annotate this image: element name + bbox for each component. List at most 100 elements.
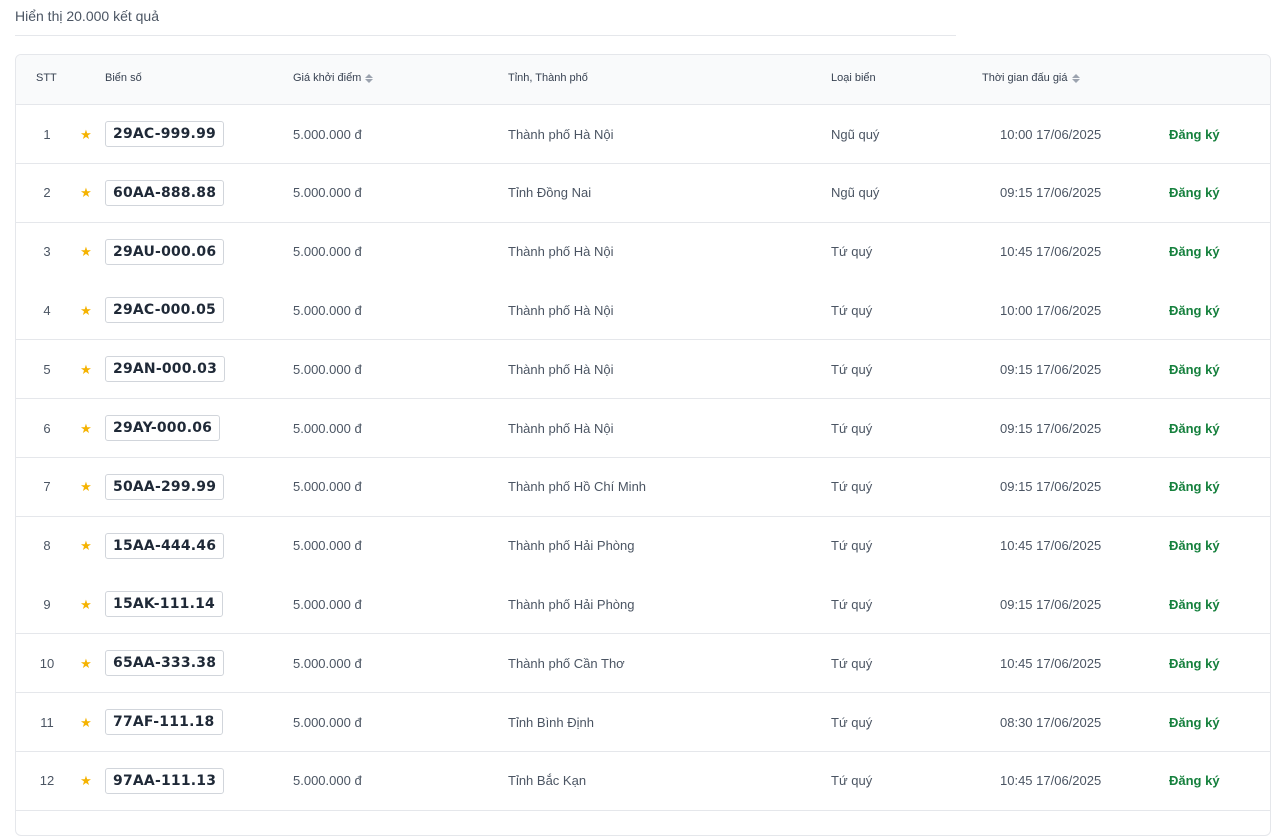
action-cell: Đăng ký — [1169, 105, 1220, 163]
row-stt: 3 — [43, 244, 51, 260]
starting-price: 5.000.000 đ — [293, 655, 362, 671]
province: Tỉnh Đồng Nai — [508, 185, 592, 201]
register-button[interactable]: Đăng ký — [1169, 597, 1220, 612]
table-row[interactable]: 10 ★ 65AA-333.38 5.000.000 đ Thành phố Cần T… — [16, 634, 1270, 694]
auction-time: 10:45 17/06/2025 — [990, 634, 1101, 692]
header-stt: STT — [36, 72, 57, 84]
star-icon: ★ — [80, 596, 92, 612]
favorite-button[interactable]: ★ — [79, 399, 93, 457]
register-button[interactable]: Đăng ký — [1169, 185, 1220, 200]
star-icon: ★ — [80, 420, 92, 436]
register-button[interactable]: Đăng ký — [1169, 773, 1220, 788]
license-plate[interactable]: 97AA-111.13 — [105, 767, 225, 794]
starting-price: 5.000.000 đ — [293, 420, 362, 436]
favorite-button[interactable]: ★ — [79, 693, 93, 751]
plate-cell: 15AK-111.14 — [105, 575, 223, 633]
header-price[interactable]: Giá khởi điểm — [293, 72, 374, 84]
table-row[interactable]: 8 ★ 15AA-444.46 5.000.000 đ Thành phố Hải Ph… — [16, 516, 1270, 576]
result-count: Hiển thị 20.000 kết quả — [15, 8, 159, 24]
favorite-button[interactable]: ★ — [79, 517, 93, 575]
table-row[interactable]: 11 ★ 77AF-111.18 5.000.000 đ Tỉnh Bình Định T… — [16, 693, 1270, 752]
sort-icon[interactable] — [1071, 73, 1080, 83]
license-plate[interactable]: 29AC-000.05 — [105, 297, 224, 324]
license-plate[interactable]: 50AA-299.99 — [105, 473, 225, 500]
plate-cell: 29AN-000.03 — [105, 340, 226, 398]
license-plate[interactable]: 65AA-333.38 — [105, 650, 225, 677]
row-stt: 10 — [39, 655, 55, 671]
favorite-button[interactable]: ★ — [79, 164, 93, 222]
auction-time: 08:30 17/06/2025 — [990, 693, 1101, 751]
table-row[interactable]: 1 ★ 29AC-999.99 5.000.000 đ Thành phố Hà Nội… — [16, 105, 1270, 164]
favorite-button[interactable]: ★ — [79, 340, 93, 398]
plate-cell: 29AU-000.06 — [105, 223, 225, 281]
register-button[interactable]: Đăng ký — [1169, 715, 1220, 730]
starting-price: 5.000.000 đ — [293, 479, 362, 495]
auction-time: 10:00 17/06/2025 — [990, 105, 1101, 163]
register-button[interactable]: Đăng ký — [1169, 479, 1220, 494]
register-button[interactable]: Đăng ký — [1169, 244, 1220, 259]
favorite-button[interactable]: ★ — [79, 634, 93, 692]
license-plate[interactable]: 15AA-444.46 — [105, 532, 225, 559]
register-button[interactable]: Đăng ký — [1169, 303, 1220, 318]
register-button[interactable]: Đăng ký — [1169, 538, 1220, 553]
auction-time: 09:15 17/06/2025 — [990, 340, 1101, 398]
favorite-button[interactable]: ★ — [79, 458, 93, 516]
row-stt: 9 — [43, 596, 51, 612]
favorite-button[interactable]: ★ — [79, 575, 93, 633]
action-cell: Đăng ký — [1169, 223, 1220, 281]
starting-price: 5.000.000 đ — [293, 538, 362, 554]
register-button[interactable]: Đăng ký — [1169, 362, 1220, 377]
license-plate[interactable]: 60AA-888.88 — [105, 179, 225, 206]
auction-time: 10:45 17/06/2025 — [990, 517, 1101, 575]
auction-time: 10:00 17/06/2025 — [990, 281, 1101, 339]
row-stt: 4 — [43, 302, 51, 318]
license-plate[interactable]: 77AF-111.18 — [105, 709, 223, 735]
plate-type: Tứ quý — [831, 714, 873, 730]
table-row[interactable]: 5 ★ 29AN-000.03 5.000.000 đ Thành phố Hà Nội… — [16, 340, 1270, 400]
favorite-button[interactable]: ★ — [79, 105, 93, 163]
favorite-button[interactable]: ★ — [79, 223, 93, 281]
sort-icon[interactable] — [365, 73, 374, 83]
action-cell: Đăng ký — [1169, 517, 1220, 575]
plate-cell: 15AA-444.46 — [105, 517, 225, 575]
favorite-button[interactable]: ★ — [79, 752, 93, 810]
province: Thành phố Hà Nội — [508, 420, 614, 436]
table-row[interactable]: 7 ★ 50AA-299.99 5.000.000 đ Thành phố Hồ Chí… — [16, 457, 1270, 517]
plate-cell: 29AY-000.06 — [105, 399, 221, 457]
province: Tỉnh Bình Định — [508, 714, 594, 730]
starting-price: 5.000.000 đ — [293, 302, 362, 318]
register-button[interactable]: Đăng ký — [1169, 421, 1220, 436]
license-plate[interactable]: 29AY-000.06 — [105, 415, 221, 441]
register-button[interactable]: Đăng ký — [1169, 127, 1220, 142]
table-row[interactable]: 3 ★ 29AU-000.06 5.000.000 đ Thành phố Hà Nội… — [16, 222, 1270, 282]
plate-type: Ngũ quý — [831, 185, 880, 201]
header-time[interactable]: Thời gian đấu giá — [982, 72, 1080, 84]
auction-time: 09:15 17/06/2025 — [990, 399, 1101, 457]
table-row[interactable]: 4 ★ 29AC-000.05 5.000.000 đ Thành phố Hà Nội… — [16, 281, 1270, 341]
license-plate[interactable]: 29AN-000.03 — [105, 356, 226, 383]
star-icon: ★ — [80, 655, 92, 671]
starting-price: 5.000.000 đ — [293, 126, 362, 142]
province: Thành phố Hải Phòng — [508, 596, 635, 612]
star-icon: ★ — [80, 302, 92, 318]
star-icon: ★ — [80, 361, 92, 377]
license-plate[interactable]: 29AC-999.99 — [105, 121, 224, 147]
plate-type: Tứ quý — [831, 773, 873, 789]
table-row[interactable]: 6 ★ 29AY-000.06 5.000.000 đ Thành phố Hà Nội… — [16, 399, 1270, 458]
province: Thành phố Cần Thơ — [508, 655, 625, 671]
table-row[interactable]: 9 ★ 15AK-111.14 5.000.000 đ Thành phố Hải Ph… — [16, 575, 1270, 635]
license-plate[interactable]: 15AK-111.14 — [105, 591, 223, 618]
starting-price: 5.000.000 đ — [293, 185, 362, 201]
plate-type: Tứ quý — [831, 479, 873, 495]
table-row[interactable]: 12 ★ 97AA-111.13 5.000.000 đ Tỉnh Bắc Kạn Tứ … — [16, 751, 1270, 811]
register-button[interactable]: Đăng ký — [1169, 656, 1220, 671]
plate-cell: 29AC-000.05 — [105, 281, 224, 339]
plate-cell: 77AF-111.18 — [105, 693, 223, 751]
auction-time: 09:15 17/06/2025 — [990, 164, 1101, 222]
favorite-button[interactable]: ★ — [79, 281, 93, 339]
table-row[interactable]: 2 ★ 60AA-888.88 5.000.000 đ Tỉnh Đồng Nai Ngũ… — [16, 163, 1270, 223]
plate-type: Tứ quý — [831, 655, 873, 671]
auction-time-value: 10:45 17/06/2025 — [1000, 773, 1102, 789]
divider — [15, 35, 956, 36]
license-plate[interactable]: 29AU-000.06 — [105, 238, 225, 265]
